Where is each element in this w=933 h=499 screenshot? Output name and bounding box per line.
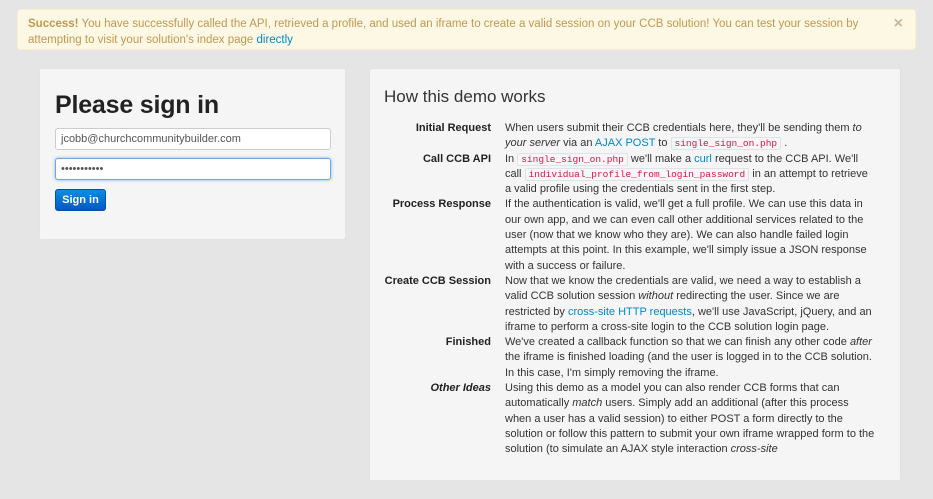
sign-in-button[interactable]: Sign in [55, 189, 106, 211]
close-icon[interactable]: × [894, 16, 903, 32]
text: When users submit their CCB credentials … [505, 122, 853, 134]
alert-message: You have successfully called the API, re… [28, 18, 859, 46]
desc-finished: We've created a callback function so tha… [505, 335, 875, 381]
desc-call-ccb-api: In single_sign_on.php we'll make a curl … [505, 152, 875, 198]
term-process-response: Process Response [392, 198, 491, 211]
text: via an [560, 137, 595, 150]
alert-strong: Success! [28, 18, 79, 30]
desc-other-ideas: Using this demo as a model you can also … [505, 381, 875, 457]
list-item: Finished We've created a callback functi… [370, 335, 902, 381]
demo-heading: How this demo works [384, 87, 546, 106]
curl-link[interactable]: curl [694, 153, 712, 165]
text: we'll make a [627, 152, 695, 165]
desc-initial-request: When users submit their CCB credentials … [505, 121, 875, 152]
demo-description-list: Initial Request When users submit their … [370, 121, 902, 458]
term-create-ccb-session: Create CCB Session [384, 274, 491, 287]
term-call-ccb-api: Call CCB API [422, 152, 491, 165]
text: In [505, 152, 518, 165]
code-snippet: individual_profile_from_login_password [524, 167, 750, 181]
term-initial-request: Initial Request [415, 122, 491, 134]
code-snippet: single_sign_on.php [517, 152, 628, 166]
email-field[interactable]: jcobb@churchcommunitybuilder.com [55, 128, 331, 150]
desc-create-ccb-session: Now that we know the credentials are val… [505, 274, 875, 335]
term-other-ideas: Other Ideas [430, 382, 491, 395]
code-snippet: single_sign_on.php [670, 137, 782, 151]
directly-link[interactable]: directly [257, 34, 293, 46]
text-emphasis: without [638, 290, 674, 303]
text-emphasis: after [849, 336, 872, 349]
signin-panel: Please sign in jcobb@churchcommunitybuil… [39, 68, 346, 240]
cross-site-http-link[interactable]: cross-site HTTP requests [568, 306, 692, 318]
text-emphasis: match [572, 397, 603, 410]
text: the iframe is finished loading (and the … [505, 351, 872, 379]
text: to [655, 137, 671, 150]
text: . [781, 137, 788, 150]
text: If the authentication is valid, we'll ge… [505, 198, 867, 272]
list-item: Create CCB Session Now that we know the … [370, 274, 902, 335]
list-item: Initial Request When users submit their … [370, 121, 902, 152]
text-emphasis: cross-site [730, 443, 778, 456]
password-field[interactable]: ••••••••••• [55, 158, 331, 180]
desc-process-response: If the authentication is valid, we'll ge… [505, 197, 875, 273]
term-finished: Finished [445, 336, 491, 349]
success-alert: Success! You have successfully called th… [17, 9, 916, 50]
demo-panel: How this demo works Initial Request When… [369, 68, 901, 481]
list-item: Other Ideas Using this demo as a model y… [370, 381, 902, 457]
list-item: Call CCB API In single_sign_on.php we'll… [370, 152, 902, 198]
ajax-post-link[interactable]: AJAX POST [595, 137, 655, 149]
list-item: Process Response If the authentication i… [370, 197, 902, 273]
signin-heading: Please sign in [55, 91, 219, 119]
text: We've created a callback function so tha… [505, 336, 850, 349]
